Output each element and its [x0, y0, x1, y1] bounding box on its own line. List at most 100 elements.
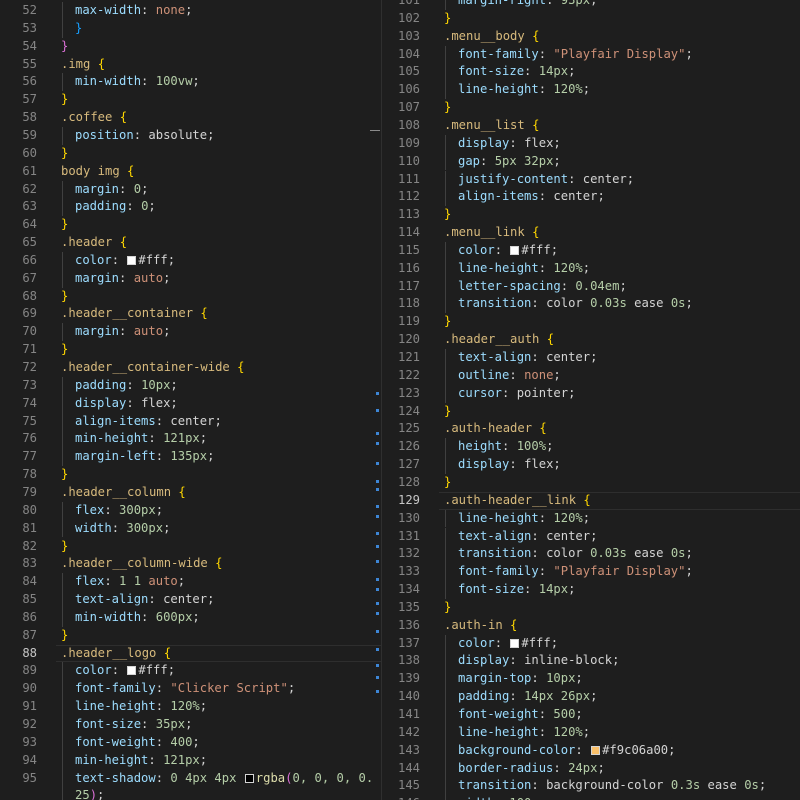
code-line[interactable]: 88 .header__logo { [0, 644, 382, 663]
code-text[interactable]: } [61, 466, 68, 484]
code-text[interactable]: font-size: 14px; [458, 63, 575, 81]
code-text[interactable]: transition: color 0.03s ease 0s; [458, 545, 693, 563]
code-line[interactable]: 140 padding: 14px 26px; [383, 688, 800, 706]
code-text[interactable]: .img { [61, 56, 105, 74]
code-text[interactable]: cursor: pointer; [458, 385, 575, 403]
code-line[interactable]: 139 margin-top: 10px; [383, 670, 800, 689]
code-text[interactable]: flex: 1 1 auto; [75, 573, 185, 591]
code-line[interactable]: 138 display: inline-block; [383, 652, 800, 671]
code-line[interactable]: 136 .auth-in { [383, 617, 800, 635]
code-text[interactable]: transition: color 0.03s ease 0s; [458, 295, 693, 313]
code-text[interactable]: background-color: #f9c06a00; [458, 742, 675, 760]
code-line[interactable]: 126 height: 100%; [383, 438, 800, 457]
code-text[interactable]: .header__auth { [444, 331, 554, 349]
color-swatch[interactable] [244, 773, 254, 783]
code-line[interactable]: 110 gap: 5px 32px; [383, 152, 800, 171]
code-text[interactable]: align-items: center; [458, 188, 605, 206]
code-text[interactable]: text-align: center; [458, 528, 597, 546]
code-line[interactable]: 109 display: flex; [383, 134, 800, 153]
code-line[interactable]: 137 color: #fff; [383, 634, 800, 653]
code-text[interactable]: .header__column { [61, 484, 186, 502]
code-line[interactable]: 132 transition: color 0.03s ease 0s; [383, 545, 800, 564]
code-line[interactable]: 65 .header { [0, 234, 382, 252]
code-text[interactable]: padding: 0; [75, 198, 156, 216]
code-line[interactable]: 113} [383, 206, 800, 224]
code-text[interactable]: line-height: 120%; [458, 260, 590, 278]
code-text[interactable]: border-radius: 24px; [458, 760, 605, 778]
code-text[interactable]: } [61, 288, 68, 306]
code-text[interactable]: outline: none; [458, 367, 561, 385]
code-text[interactable]: font-family: "Playfair Display"; [458, 563, 693, 581]
code-text[interactable]: margin-left: 135px; [75, 448, 214, 466]
code-text[interactable]: flex: 300px; [75, 502, 163, 520]
code-text[interactable]: color: #fff; [75, 662, 175, 680]
code-line[interactable]: 78} [0, 466, 382, 484]
code-line[interactable]: 124} [383, 403, 800, 421]
code-text[interactable]: min-height: 121px; [75, 430, 207, 448]
code-line[interactable]: 128} [383, 474, 800, 492]
code-line[interactable]: 85 text-align: center; [0, 591, 382, 609]
code-line[interactable]: 135} [383, 599, 800, 617]
code-line[interactable]: 84 flex: 1 1 auto; [0, 573, 382, 592]
code-text[interactable]: } [61, 38, 68, 56]
code-line[interactable]: 79 .header__column { [0, 484, 382, 502]
code-text[interactable]: letter-spacing: 0.04em; [458, 278, 627, 296]
code-text[interactable]: position: absolute; [75, 127, 214, 145]
code-text[interactable]: .auth-header__link { [444, 492, 591, 510]
code-text[interactable]: body img { [61, 163, 134, 181]
code-text[interactable]: .menu__link { [444, 224, 539, 242]
code-text[interactable]: padding: 14px 26px; [458, 688, 597, 706]
code-text[interactable]: .header__column-wide { [61, 555, 222, 573]
code-line[interactable]: 83 .header__column-wide { [0, 555, 382, 573]
code-text[interactable]: display: inline-block; [458, 652, 619, 670]
code-line[interactable]: 62 margin: 0; [0, 180, 382, 199]
code-line[interactable]: 25); [0, 787, 382, 800]
code-text[interactable]: } [61, 216, 68, 234]
code-line[interactable]: 101 margin-right: 93px; [383, 0, 800, 10]
code-text[interactable]: margin: auto; [75, 323, 170, 341]
code-line[interactable]: 63 padding: 0; [0, 198, 382, 217]
code-line[interactable]: 77 margin-left: 135px; [0, 448, 382, 467]
code-line[interactable]: 64} [0, 216, 382, 234]
code-line[interactable]: 81 width: 300px; [0, 519, 382, 538]
code-line[interactable]: 70 margin: auto; [0, 323, 382, 342]
code-line[interactable]: 102} [383, 10, 800, 28]
code-line[interactable]: 76 min-height: 121px; [0, 430, 382, 449]
code-line[interactable]: 123 cursor: pointer; [383, 384, 800, 403]
code-text[interactable]: color: #fff; [75, 252, 175, 270]
code-line[interactable]: 104 font-family: "Playfair Display"; [383, 45, 800, 64]
code-text[interactable]: font-family: "Playfair Display"; [458, 46, 693, 64]
code-text[interactable]: text-shadow: 0 4px 4px rgba(0, 0, 0, 0. [75, 770, 373, 788]
code-text[interactable]: .menu__list { [444, 117, 539, 135]
code-line[interactable]: 66 color: #fff; [0, 251, 382, 270]
code-text[interactable]: align-items: center; [75, 413, 222, 431]
code-text[interactable]: min-width: 600px; [75, 609, 200, 627]
code-text[interactable]: } [444, 599, 451, 617]
code-text[interactable]: } [444, 10, 451, 28]
code-text[interactable]: font-weight: 400; [75, 734, 200, 752]
code-text[interactable]: } [61, 627, 68, 645]
code-text[interactable]: max-width: none; [75, 2, 192, 20]
code-text[interactable]: } [61, 341, 68, 359]
code-line[interactable]: 105 font-size: 14px; [383, 63, 800, 82]
code-text[interactable]: min-height: 121px; [75, 752, 207, 770]
code-line[interactable]: 129 .auth-header__link { [383, 491, 800, 510]
color-swatch[interactable] [510, 245, 520, 255]
code-line[interactable]: 122 outline: none; [383, 366, 800, 385]
code-text[interactable]: .header__logo { [61, 645, 171, 663]
code-text[interactable]: font-weight: 500; [458, 706, 583, 724]
code-line[interactable]: 108 .menu__list { [383, 117, 800, 135]
code-text[interactable]: gap: 5px 32px; [458, 153, 561, 171]
code-line[interactable]: 94 min-height: 121px; [0, 751, 382, 770]
code-line[interactable]: 106 line-height: 120%; [383, 81, 800, 100]
code-line[interactable]: 112 align-items: center; [383, 188, 800, 207]
code-text[interactable]: margin-right: 93px; [458, 0, 597, 10]
code-line[interactable]: 119} [383, 313, 800, 331]
code-line[interactable]: 133 font-family: "Playfair Display"; [383, 563, 800, 582]
code-text[interactable]: } [444, 403, 451, 421]
editor-pane-left[interactable]: 52 max-width: none; 53} 54} 55 .img {56 min-wi… [0, 0, 382, 800]
code-text[interactable]: min-width: 100vw; [75, 73, 200, 91]
code-line[interactable]: 92 font-size: 35px; [0, 716, 382, 734]
code-line[interactable]: 56 min-width: 100vw; [0, 73, 382, 92]
code-line[interactable]: 53} [0, 19, 382, 38]
